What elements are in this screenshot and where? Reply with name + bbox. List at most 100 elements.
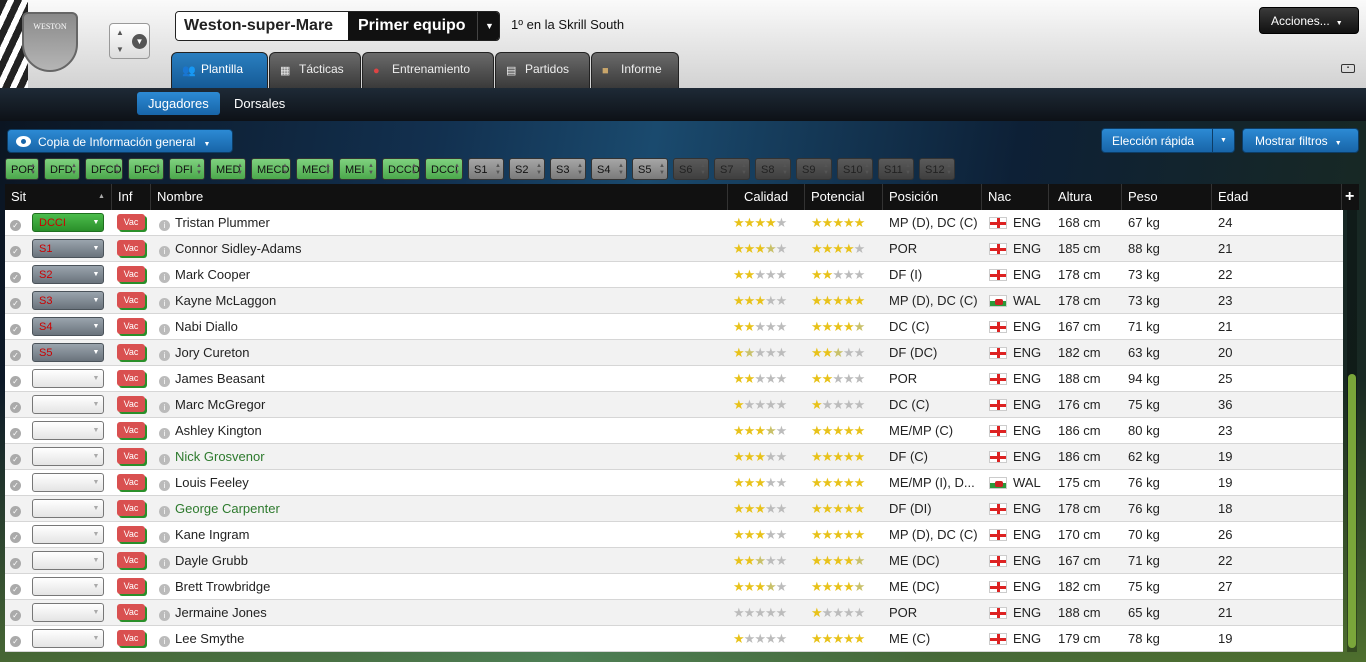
select-check-icon[interactable]: ✓ <box>10 444 22 469</box>
col-inf[interactable]: Inf <box>112 184 151 210</box>
position-chip-dfi[interactable]: DFI ▲ ▼ <box>169 158 205 180</box>
player-name[interactable]: Jermaine Jones <box>175 600 725 625</box>
col-age[interactable]: Edad <box>1212 184 1342 210</box>
select-check-icon[interactable]: ✓ <box>10 366 22 391</box>
info-icon[interactable]: i <box>159 366 170 391</box>
subtab-dorsales[interactable]: Dorsales <box>223 92 296 115</box>
info-icon[interactable]: i <box>159 210 170 235</box>
selection-dropdown[interactable]: ▼ <box>32 447 104 466</box>
club-selector[interactable]: Weston-super-Mare Primer equipo ▼ <box>175 11 500 41</box>
info-icon[interactable]: i <box>159 340 170 365</box>
vacation-badge[interactable]: Vac <box>117 448 145 464</box>
info-icon[interactable]: i <box>159 600 170 625</box>
select-check-icon[interactable]: ✓ <box>10 626 22 651</box>
tab-plantilla[interactable]: 👥 Plantilla <box>171 52 268 88</box>
select-check-icon[interactable]: ✓ <box>10 522 22 547</box>
player-name[interactable]: Marc McGregor <box>175 392 725 417</box>
quick-pick-button[interactable]: Elección rápida ▼ <box>1101 128 1235 153</box>
vacation-badge[interactable]: Vac <box>117 344 145 360</box>
vacation-badge[interactable]: Vac <box>117 318 145 334</box>
selection-dropdown[interactable]: ▼ <box>32 603 104 622</box>
table-row[interactable]: ✓ ▼ Vac i Jermaine Jones ★★★★★ ★★★★★ POR ENG 188 … <box>5 600 1343 626</box>
player-name[interactable]: Kayne McLaggon <box>175 288 725 313</box>
col-potential[interactable]: Potencial <box>805 184 883 210</box>
select-check-icon[interactable]: ✓ <box>10 340 22 365</box>
player-name[interactable]: Louis Feeley <box>175 470 725 495</box>
table-row[interactable]: ✓ DCCI ▼ Vac i Tristan Plummer ★★★★★ ★★★★★ MP (D… <box>5 210 1343 236</box>
info-icon[interactable]: i <box>159 288 170 313</box>
vacation-badge[interactable]: Vac <box>117 266 145 282</box>
position-chip-dfd[interactable]: DFD ▲ ▼ <box>44 158 80 180</box>
vacation-badge[interactable]: Vac <box>117 604 145 620</box>
info-icon[interactable]: i <box>159 626 170 651</box>
player-name[interactable]: Nick Grosvenor <box>175 444 725 469</box>
table-row[interactable]: ✓ S4 ▼ Vac i Nabi Diallo ★★★★★ ★★★★★ DC (C) ENG 16… <box>5 314 1343 340</box>
vacation-badge[interactable]: Vac <box>117 578 145 594</box>
select-check-icon[interactable]: ✓ <box>10 262 22 287</box>
chevron-down-icon[interactable]: ▼ <box>1212 129 1234 152</box>
vacation-badge[interactable]: Vac <box>117 292 145 308</box>
info-icon[interactable]: i <box>159 314 170 339</box>
select-check-icon[interactable]: ✓ <box>10 288 22 313</box>
selection-dropdown[interactable]: ▼ <box>32 473 104 492</box>
table-row[interactable]: ✓ S2 ▼ Vac i Mark Cooper ★★★★★ ★★★★★ DF (I) ENG 17… <box>5 262 1343 288</box>
tab-tacticas[interactable]: ▦ Tácticas <box>269 52 361 88</box>
col-nat[interactable]: Nac <box>982 184 1049 210</box>
tab-entrenamiento[interactable]: ● Entrenamiento <box>362 52 494 88</box>
table-row[interactable]: ✓ ▼ Vac i Ashley Kington ★★★★★ ★★★★★ ME/MP (C) E… <box>5 418 1343 444</box>
select-check-icon[interactable]: ✓ <box>10 210 22 235</box>
vacation-badge[interactable]: Vac <box>117 214 145 230</box>
player-name[interactable]: Mark Cooper <box>175 262 725 287</box>
info-icon[interactable]: i <box>159 262 170 287</box>
select-check-icon[interactable]: ✓ <box>10 496 22 521</box>
player-name[interactable]: George Carpenter <box>175 496 725 521</box>
player-name[interactable]: Nabi Diallo <box>175 314 725 339</box>
position-chip-s5[interactable]: S5 ▲ ▼ <box>632 158 668 180</box>
selection-dropdown[interactable]: ▼ <box>32 421 104 440</box>
col-quality[interactable]: Calidad <box>738 184 805 210</box>
tab-partidos[interactable]: ▤ Partidos <box>495 52 590 88</box>
position-chip-mei[interactable]: MEI ▲ ▼ <box>339 158 377 180</box>
table-row[interactable]: ✓ ▼ Vac i Dayle Grubb ★★★★★ ★★★★★ ME (DC) ENG 167… <box>5 548 1343 574</box>
club-name[interactable]: Weston-super-Mare <box>176 12 348 40</box>
info-icon[interactable]: i <box>159 522 170 547</box>
position-chip-meci[interactable]: MECI ▲ ▼ <box>296 158 334 180</box>
player-name[interactable]: Connor Sidley-Adams <box>175 236 725 261</box>
position-chip-med[interactable]: MED ▲ ▼ <box>210 158 246 180</box>
table-row[interactable]: ✓ ▼ Vac i Kane Ingram ★★★★★ ★★★★★ MP (D), DC (C… <box>5 522 1343 548</box>
info-icon[interactable]: i <box>159 236 170 261</box>
position-chip-dfcd[interactable]: DFCD ▲ ▼ <box>85 158 123 180</box>
selection-dropdown[interactable]: DCCI ▼ <box>32 213 104 232</box>
col-name[interactable]: Nombre <box>151 184 728 210</box>
selection-dropdown[interactable]: ▼ <box>32 395 104 414</box>
table-row[interactable]: ✓ S5 ▼ Vac i Jory Cureton ★★★★★ ★★★★★ DF (DC) ENG… <box>5 340 1343 366</box>
table-row[interactable]: ✓ ▼ Vac i Marc McGregor ★★★★★ ★★★★★ DC (C) ENG 17… <box>5 392 1343 418</box>
position-chip-s6[interactable]: S6 ▲ ▼ <box>673 158 709 180</box>
position-chip-mecd[interactable]: MECD ▲ ▼ <box>251 158 291 180</box>
position-chip-s9[interactable]: S9 ▲ ▼ <box>796 158 832 180</box>
info-icon[interactable]: i <box>159 418 170 443</box>
table-row[interactable]: ✓ S1 ▼ Vac i Connor Sidley-Adams ★★★★★ ★★★★★ POR… <box>5 236 1343 262</box>
vacation-badge[interactable]: Vac <box>117 370 145 386</box>
select-check-icon[interactable]: ✓ <box>10 314 22 339</box>
player-name[interactable]: Jory Cureton <box>175 340 725 365</box>
select-check-icon[interactable]: ✓ <box>10 470 22 495</box>
player-name[interactable]: Ashley Kington <box>175 418 725 443</box>
player-name[interactable]: James Beasant <box>175 366 725 391</box>
arrow-up-icon[interactable]: ▲ <box>112 25 128 40</box>
selection-dropdown[interactable]: ▼ <box>32 577 104 596</box>
position-chip-s3[interactable]: S3 ▲ ▼ <box>550 158 586 180</box>
table-row[interactable]: ✓ ▼ Vac i Lee Smythe ★★★★★ ★★★★★ ME (C) ENG 179 c… <box>5 626 1343 652</box>
vacation-badge[interactable]: Vac <box>117 552 145 568</box>
position-chip-s7[interactable]: S7 ▲ ▼ <box>714 158 750 180</box>
position-chip-dfci[interactable]: DFCI ▲ ▼ <box>128 158 164 180</box>
selection-dropdown[interactable]: ▼ <box>32 629 104 648</box>
chevron-down-icon[interactable]: ▼ <box>132 34 147 49</box>
select-check-icon[interactable]: ✓ <box>10 574 22 599</box>
position-chip-s10[interactable]: S10 ▲ ▼ <box>837 158 873 180</box>
position-chip-s11[interactable]: S11 ▲ ▼ <box>878 158 914 180</box>
table-row[interactable]: ✓ ▼ Vac i Louis Feeley ★★★★★ ★★★★★ ME/MP (I), D… <box>5 470 1343 496</box>
table-row[interactable]: ✓ S3 ▼ Vac i Kayne McLaggon ★★★★★ ★★★★★ MP (D), … <box>5 288 1343 314</box>
vacation-badge[interactable]: Vac <box>117 474 145 490</box>
tab-informe[interactable]: ■ Informe <box>591 52 679 88</box>
